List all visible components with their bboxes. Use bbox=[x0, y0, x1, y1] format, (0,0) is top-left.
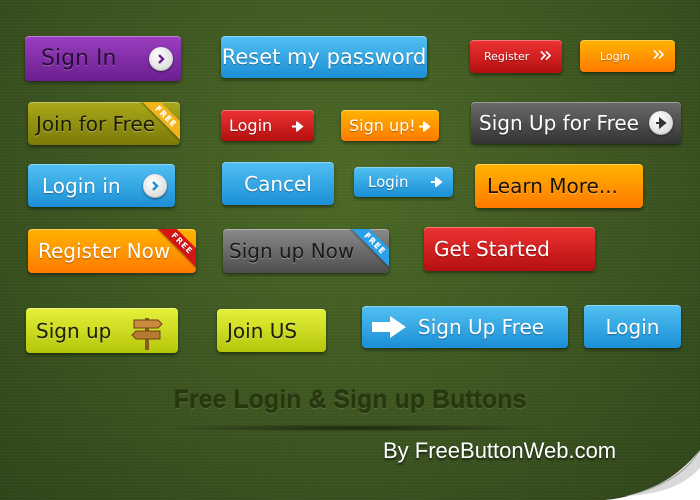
login-red-button[interactable]: Login bbox=[221, 110, 314, 141]
reset-password-label: Reset my password bbox=[221, 45, 427, 69]
sign-in-button[interactable]: Sign In bbox=[25, 36, 181, 81]
register-small-label: Register bbox=[484, 50, 530, 63]
signpost-icon bbox=[130, 312, 164, 353]
double-chevron-icon bbox=[653, 49, 665, 63]
login-in-button[interactable]: Login in bbox=[28, 164, 175, 207]
cancel-button[interactable]: Cancel bbox=[222, 162, 334, 205]
login-large-button[interactable]: Login bbox=[584, 305, 681, 348]
get-started-label: Get Started bbox=[434, 237, 550, 261]
register-small-button[interactable]: Register bbox=[470, 40, 562, 73]
register-now-button[interactable]: Register Now FREE bbox=[28, 229, 196, 273]
arrow-right-circle-icon bbox=[649, 111, 673, 135]
join-for-free-label: Join for Free bbox=[36, 111, 156, 136]
login-red-label: Login bbox=[229, 116, 273, 135]
sign-up-now-button[interactable]: Sign up Now FREE bbox=[223, 229, 389, 273]
cancel-label: Cancel bbox=[244, 171, 312, 196]
learn-more-label: Learn More... bbox=[487, 174, 618, 198]
arrow-right-icon bbox=[292, 116, 304, 135]
sign-up-now-label: Sign up Now bbox=[229, 239, 355, 263]
arrow-right-icon bbox=[431, 173, 443, 191]
sign-up-for-free-label: Sign Up for Free bbox=[479, 111, 639, 135]
sign-up-free-label: Sign Up Free bbox=[418, 315, 545, 339]
join-us-label: Join US bbox=[227, 318, 298, 343]
chevron-right-circle-icon bbox=[149, 46, 173, 71]
sign-up-for-free-button[interactable]: Sign Up for Free bbox=[471, 102, 681, 144]
sign-up-lime-button[interactable]: Sign up bbox=[26, 308, 178, 353]
login-in-label: Login in bbox=[42, 173, 121, 198]
sign-up-lime-label: Sign up bbox=[36, 318, 112, 343]
learn-more-button[interactable]: Learn More... bbox=[475, 164, 643, 208]
credit-text: By FreeButtonWeb.com bbox=[383, 438, 617, 463]
login-small-orange-label: Login bbox=[600, 49, 630, 63]
register-now-label: Register Now bbox=[38, 239, 171, 263]
arrow-right-icon bbox=[419, 116, 431, 135]
sign-up-orange-label: Sign up! bbox=[349, 116, 416, 135]
chevron-right-circle-icon bbox=[143, 173, 167, 198]
page-title: Free Login & Sign up Buttons bbox=[173, 386, 527, 414]
sign-up-free-button[interactable]: Sign Up Free bbox=[362, 306, 568, 348]
join-for-free-button[interactable]: Join for Free FREE bbox=[28, 102, 180, 145]
join-us-button[interactable]: Join US bbox=[217, 309, 326, 352]
page-curl-icon bbox=[605, 450, 700, 500]
double-chevron-icon bbox=[540, 50, 552, 63]
login-blue-small-label: Login bbox=[368, 173, 409, 191]
sign-in-label: Sign In bbox=[41, 46, 117, 71]
title-shadow bbox=[160, 424, 550, 432]
arrow-right-icon bbox=[372, 316, 406, 338]
login-blue-small-button[interactable]: Login bbox=[354, 167, 453, 197]
get-started-button[interactable]: Get Started bbox=[424, 227, 595, 271]
login-small-orange-button[interactable]: Login bbox=[580, 40, 675, 72]
login-large-label: Login bbox=[605, 314, 660, 339]
sign-up-orange-button[interactable]: Sign up! bbox=[341, 110, 439, 141]
reset-password-button[interactable]: Reset my password bbox=[221, 36, 427, 78]
